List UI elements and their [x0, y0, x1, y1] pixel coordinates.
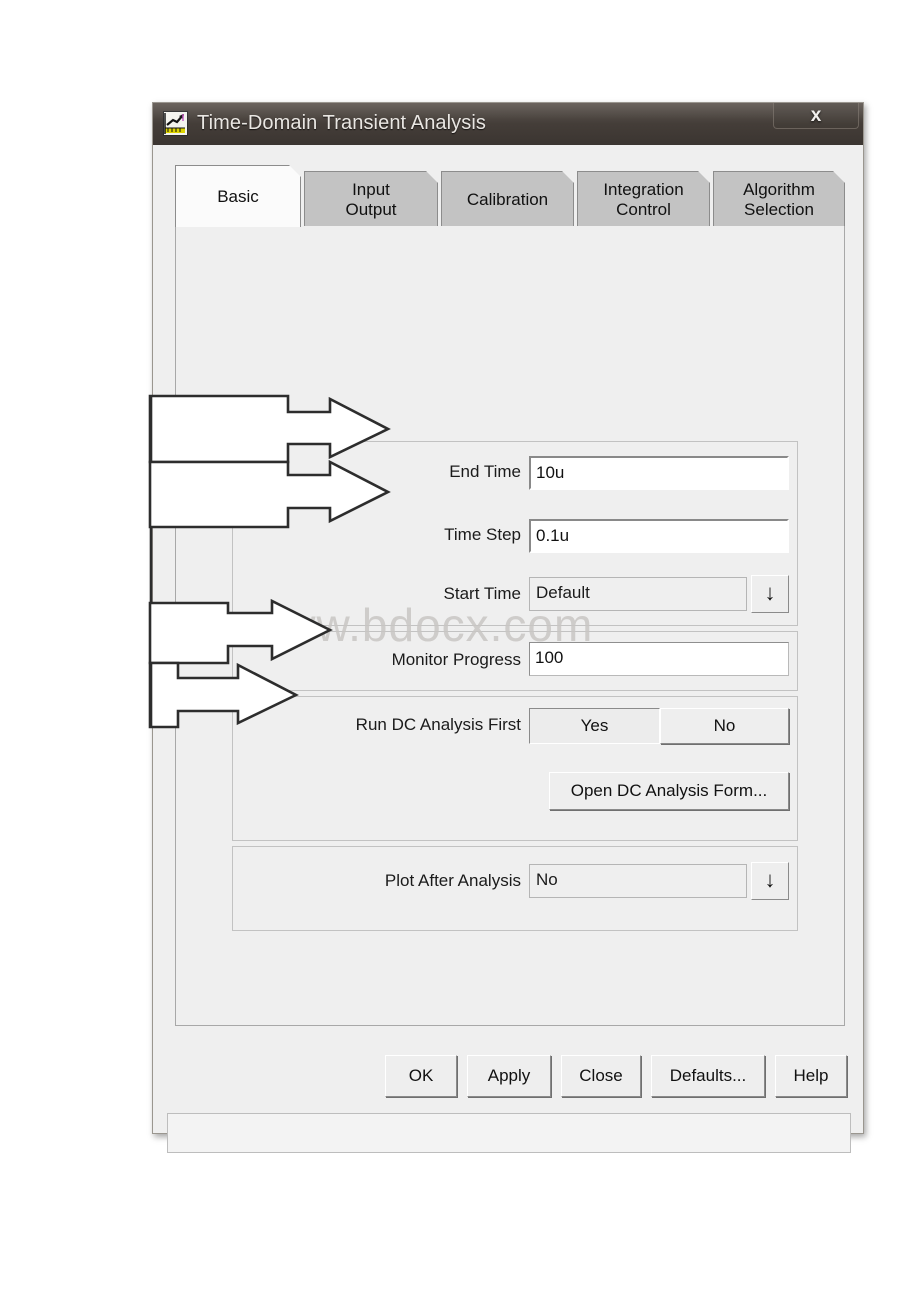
monitor-group: Monitor Progress 100 — [232, 631, 798, 691]
end-time-label: End Time — [449, 462, 521, 481]
apply-button[interactable]: Apply — [467, 1055, 551, 1097]
close-button[interactable]: Close — [561, 1055, 641, 1097]
start-time-dropdown-arrow-icon[interactable]: ↓ — [751, 575, 789, 613]
timing-group: End Time 10u Time Step 0.1u Start Time D… — [232, 441, 798, 626]
defaults-button[interactable]: Defaults... — [651, 1055, 765, 1097]
ok-button[interactable]: OK — [385, 1055, 457, 1097]
time-step-label: Time Step — [444, 525, 521, 544]
open-dc-analysis-form-button[interactable]: Open DC Analysis Form... — [549, 772, 789, 810]
help-button[interactable]: Help — [775, 1055, 847, 1097]
run-dc-no-button[interactable]: No — [660, 708, 789, 744]
dialog-client: Basic Input Output Calibration Integrati… — [153, 145, 863, 1153]
tab-integration-control[interactable]: Integration Control — [577, 171, 710, 227]
plot-after-combo[interactable]: No — [529, 864, 747, 898]
plot-icon — [163, 111, 188, 136]
plot-after-label: Plot After Analysis — [384, 871, 521, 890]
start-time-combo[interactable]: Default — [529, 577, 747, 611]
time-step-input[interactable]: 0.1u — [529, 519, 789, 553]
dc-analysis-group: Run DC Analysis First Yes No Open DC Ana… — [232, 696, 798, 841]
title-bar: Time-Domain Transient Analysis x — [153, 103, 863, 145]
tab-basic-label: Basic — [217, 186, 259, 206]
tab-calibration[interactable]: Calibration — [441, 171, 574, 227]
tab-input-output-label: Input Output — [345, 180, 397, 219]
tab-input-output[interactable]: Input Output — [304, 171, 438, 227]
monitor-progress-row: Monitor Progress 100 — [233, 638, 797, 682]
time-step-row: Time Step 0.1u — [233, 513, 797, 557]
transient-analysis-dialog: Time-Domain Transient Analysis x Basic I… — [152, 102, 864, 1153]
plot-after-dropdown-arrow-icon[interactable]: ↓ — [751, 862, 789, 900]
dialog-button-bar: OK Apply Close Defaults... Help — [153, 1045, 863, 1105]
monitor-progress-label: Monitor Progress — [391, 650, 521, 669]
plot-after-row: Plot After Analysis No ↓ — [233, 859, 797, 903]
run-dc-yes-button[interactable]: Yes — [529, 708, 660, 744]
start-time-row: Start Time Default ↓ — [233, 572, 797, 616]
window-title: Time-Domain Transient Analysis — [197, 112, 487, 134]
tab-algorithm-selection-label: Algorithm Selection — [743, 180, 815, 219]
plot-group: Plot After Analysis No ↓ — [232, 846, 798, 931]
run-dc-first-label: Run DC Analysis First — [355, 715, 521, 734]
tab-strip: Basic Input Output Calibration Integrati… — [175, 165, 845, 227]
status-bar — [167, 1113, 851, 1153]
start-time-label: Start Time — [443, 584, 521, 603]
end-time-input[interactable]: 10u — [529, 456, 789, 490]
close-icon[interactable]: x — [773, 103, 859, 129]
tab-integration-control-label: Integration Control — [603, 180, 684, 219]
end-time-row: End Time 10u — [233, 450, 797, 494]
tab-algorithm-selection[interactable]: Algorithm Selection — [713, 171, 845, 227]
tab-page-basic: End Time 10u Time Step 0.1u Start Time D… — [175, 226, 845, 1026]
tab-basic[interactable]: Basic — [175, 165, 301, 227]
monitor-progress-input[interactable]: 100 — [529, 642, 789, 676]
tab-calibration-label: Calibration — [466, 189, 549, 209]
run-dc-first-row: Run DC Analysis First Yes No — [233, 703, 797, 747]
